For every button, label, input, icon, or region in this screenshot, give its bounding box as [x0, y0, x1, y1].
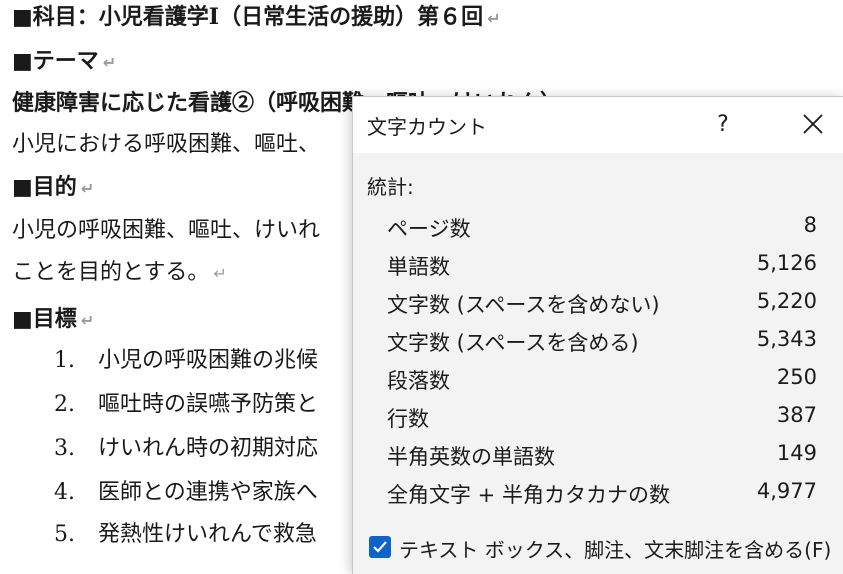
stat-name: 単語数 — [387, 255, 450, 279]
dialog-title: 文字カウント — [367, 115, 487, 139]
pilcrow-mark: ↵ — [80, 311, 95, 330]
stat-value: 8 — [803, 213, 817, 237]
stat-name: 段落数 — [387, 369, 450, 393]
dialog-titlebar[interactable]: 文字カウント ? — [353, 97, 843, 153]
include-textboxes-checkbox-row[interactable]: テキスト ボックス、脚注、文末脚注を含める(F) — [367, 534, 837, 562]
list-text: 発熱性けいれんで救急 — [98, 522, 317, 547]
stat-value: 250 — [776, 365, 817, 389]
close-icon — [803, 114, 823, 134]
doc-paragraph: 小児の呼吸困難、嘔吐、けいれ — [12, 218, 321, 243]
include-textboxes-label[interactable]: テキスト ボックス、脚注、文末脚注を含める(F) — [399, 534, 831, 563]
list-number: 2. — [54, 392, 75, 417]
stat-name: 文字数 (スペースを含めない) — [387, 293, 660, 317]
stat-value: 5,220 — [756, 289, 817, 313]
checkmark-icon — [373, 541, 387, 553]
doc-heading-theme: ■テーマ ↵ — [12, 48, 117, 74]
close-button[interactable] — [791, 105, 835, 145]
pilcrow-mark: ↵ — [487, 9, 501, 28]
list-number: 4. — [54, 480, 75, 505]
include-textboxes-checkbox[interactable] — [369, 536, 391, 558]
stat-row-chars-no-spaces: 文字数 (スペースを含めない) 5,220 — [387, 289, 817, 323]
pilcrow-mark: ↵ — [213, 264, 227, 283]
stat-name: 全角文字 + 半角カタカナの数 — [387, 483, 670, 507]
doc-paragraph: 小児における呼吸困難、嘔吐、 — [12, 132, 321, 157]
stat-value: 5,126 — [756, 251, 817, 275]
stat-row-words: 単語数 5,126 — [387, 251, 817, 285]
stat-name: 行数 — [387, 407, 429, 431]
doc-paragraph: ことを目的とする。 ↵ — [12, 260, 227, 285]
list-text: 小児の呼吸困難の兆候 — [98, 348, 319, 373]
list-number: 5. — [54, 522, 75, 547]
stat-value: 149 — [776, 441, 817, 465]
stat-name: 半角英数の単語数 — [387, 445, 555, 469]
stat-row-fullwidth-chars: 全角文字 + 半角カタカナの数 4,977 — [387, 479, 817, 513]
doc-heading-goals: ■目標 ↵ — [12, 306, 95, 332]
stat-row-halfwidth-words: 半角英数の単語数 149 — [387, 441, 817, 475]
help-button[interactable]: ? — [703, 105, 743, 145]
list-number: 3. — [54, 436, 75, 461]
list-text: 嘔吐時の誤嚥予防策と — [98, 392, 319, 417]
stat-value: 4,977 — [756, 479, 817, 503]
stat-row-chars-with-spaces: 文字数 (スペースを含める) 5,343 — [387, 327, 817, 361]
stat-value: 387 — [776, 403, 817, 427]
list-text: けいれん時の初期対応 — [98, 436, 319, 461]
list-number: 1. — [54, 348, 75, 373]
stats-label: 統計: — [367, 175, 414, 199]
pilcrow-mark: ↵ — [80, 179, 95, 198]
pilcrow-mark: ↵ — [102, 53, 117, 72]
doc-heading-course: ■科目：小児看護学Ⅰ（日常生活の援助）第６回 ↵ — [12, 4, 501, 30]
list-text: 医師との連携や家族へ — [98, 480, 318, 505]
stat-row-pages: ページ数 8 — [387, 213, 817, 247]
stat-value: 5,343 — [756, 327, 817, 351]
doc-heading-purpose: ■目的 ↵ — [12, 174, 95, 200]
stat-row-paragraphs: 段落数 250 — [387, 365, 817, 399]
stat-name: ページ数 — [387, 217, 471, 241]
stat-name: 文字数 (スペースを含める) — [387, 331, 639, 355]
stat-row-lines: 行数 387 — [387, 403, 817, 437]
word-count-dialog: 文字カウント ? 統計: ページ数 8 単語数 5,126 文字数 (スペースを含め… — [352, 96, 843, 574]
